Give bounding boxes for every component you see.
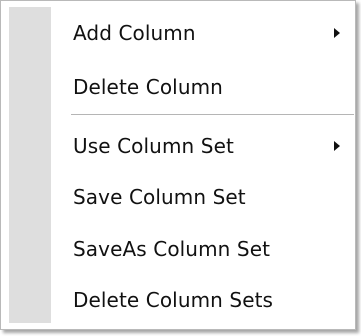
- menu-item-use-column-set[interactable]: Use Column Set: [51, 122, 353, 170]
- menu-item-label: Add Column: [73, 21, 196, 45]
- menu-item-delete-column[interactable]: Delete Column: [51, 63, 353, 111]
- menu-item-label: Use Column Set: [73, 134, 234, 158]
- menu-item-delete-column-sets[interactable]: Delete Column Sets: [51, 276, 353, 324]
- chevron-right-icon: [334, 141, 340, 151]
- menu-icon-gutter: [9, 7, 51, 323]
- menu-item-save-column-set[interactable]: Save Column Set: [51, 173, 353, 221]
- menu-item-add-column[interactable]: Add Column: [51, 9, 353, 57]
- context-menu: Add Column Delete Column Use Column Set …: [0, 0, 356, 330]
- chevron-right-icon: [334, 28, 340, 38]
- menu-item-label: Delete Column Sets: [73, 288, 274, 312]
- menu-item-label: SaveAs Column Set: [73, 237, 271, 261]
- menu-item-label: Delete Column: [73, 75, 223, 99]
- menu-item-saveas-column-set[interactable]: SaveAs Column Set: [51, 225, 353, 273]
- menu-separator: [71, 114, 354, 116]
- menu-item-label: Save Column Set: [73, 185, 246, 209]
